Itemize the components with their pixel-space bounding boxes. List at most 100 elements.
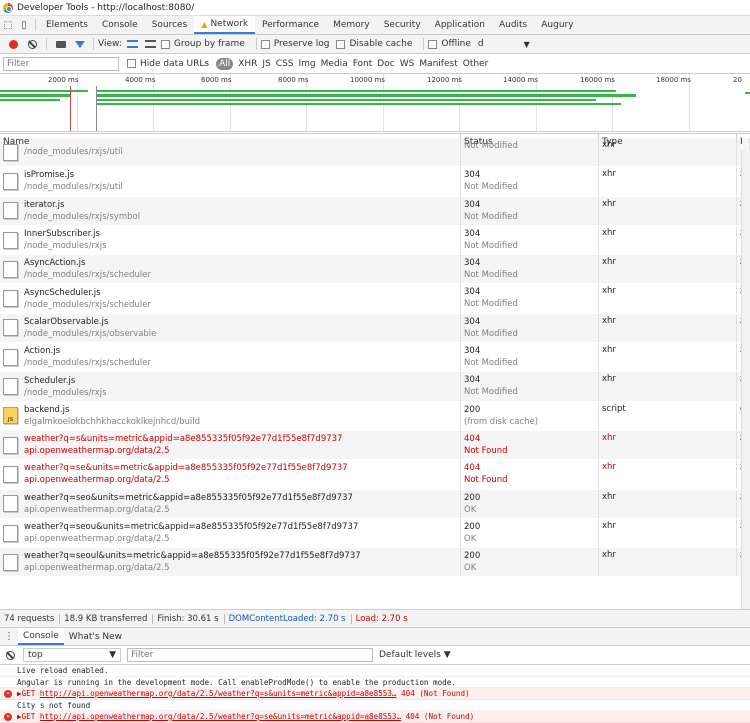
table-scrollbar[interactable] (741, 150, 750, 609)
cell-status: 200 OK (461, 489, 599, 518)
drawer-tabbar: ⋮ Console What's New (0, 627, 750, 646)
tab-augury[interactable]: Augury (534, 16, 580, 34)
tab-network[interactable]: ▲ Network (194, 16, 256, 34)
filter-type-all[interactable]: All (216, 57, 234, 70)
cell-type: xhr (599, 372, 737, 401)
drawer-tab-console[interactable]: Console (18, 628, 64, 645)
large-rows-icon[interactable] (126, 40, 138, 48)
waterfall-bar (0, 90, 88, 92)
log-levels-dropdown[interactable]: Default levels ▼ (379, 650, 451, 660)
table-row[interactable]: isPromise.js/node_modules/rxjs/util 304 No… (0, 167, 750, 197)
table-row[interactable]: /node_modules/rxjs/util Not Modified xhr (0, 138, 750, 168)
filter-type-css[interactable]: CSS (276, 59, 294, 69)
cell-name: weather?q=se&units=metric&appid=a8e85533… (0, 460, 461, 489)
file-icon (3, 260, 18, 278)
table-row[interactable]: InnerSubscriber.js/node_modules/rxjs 304 N… (0, 225, 750, 256)
table-row[interactable]: weather?q=se&units=metric&appid=a8e85533… (0, 460, 750, 490)
file-icon (3, 172, 18, 190)
request-path: api.openweathermap.org/data/2.5 (24, 534, 170, 544)
filter-type-doc[interactable]: Doc (377, 59, 394, 69)
request-url-link[interactable]: http://api.openweathermap.org/data/2.5/w… (40, 689, 397, 698)
table-row[interactable]: ScalarObservable.js/node_modules/rxjs/ob… (0, 313, 750, 344)
filter-type-other[interactable]: Other (463, 59, 489, 69)
disable-cache-checkbox[interactable]: Disable cache (336, 39, 412, 49)
request-path: /node_modules/rxjs/util (24, 182, 123, 193)
tab-elements[interactable]: Elements (39, 16, 95, 34)
request-url-link[interactable]: http://api.openweathermap.org/data/2.5/w… (40, 712, 401, 721)
clear-console-icon[interactable] (6, 650, 15, 660)
request-path: api.openweathermap.org/data/2.5 (24, 504, 170, 515)
tab-sources[interactable]: Sources (145, 16, 195, 34)
cell-type: xhr (599, 255, 737, 284)
cell-name: InnerSubscriber.js/node_modules/rxjs (0, 225, 461, 255)
filter-toggle-button[interactable] (70, 36, 89, 52)
status-text: OK (464, 563, 477, 574)
table-row[interactable]: Action.js/node_modules/rxjs/scheduler 304… (0, 343, 750, 373)
inspect-element-icon[interactable]: ⬚ (0, 16, 16, 34)
drawer-tab-whats-new[interactable]: What's New (64, 628, 127, 645)
table-row[interactable]: weather?q=s&units=metric&appid=a8e855335… (0, 430, 750, 461)
clear-icon (28, 39, 37, 49)
table-row[interactable]: Scheduler.js/node_modules/rxjs 304 Not Mod… (0, 372, 750, 402)
clear-button[interactable] (23, 36, 42, 52)
record-button[interactable] (4, 36, 23, 52)
request-name: Action.js (24, 346, 61, 357)
status-code: 304 (464, 199, 481, 210)
cell-status: 304 Not Modified (461, 196, 599, 225)
chevron-down-icon[interactable]: ▼ (524, 40, 530, 49)
status-code: 304 (464, 287, 481, 298)
network-overview-timeline[interactable]: 2000 ms 4000 ms 6000 ms 8000 ms 10000 ms… (0, 74, 750, 132)
device-toolbar-icon[interactable]: ▯ (16, 16, 32, 34)
table-row[interactable]: weather?q=seou&units=metric&appid=a8e855… (0, 518, 750, 549)
table-row[interactable]: weather?q=seo&units=metric&appid=a8e8553… (0, 489, 750, 519)
table-row[interactable]: AsyncScheduler.js/node_modules/rxjs/sche… (0, 284, 750, 314)
timeline-tick-label: 10000 ms (350, 76, 385, 84)
drawer-menu-icon[interactable]: ⋮ (0, 631, 18, 642)
tab-memory[interactable]: Memory (326, 16, 377, 34)
overview-icon[interactable] (144, 40, 156, 48)
timeline-tick-label: 20 (733, 76, 742, 84)
filter-type-xhr[interactable]: XHR (238, 59, 257, 69)
tab-performance[interactable]: Performance (255, 16, 326, 34)
requests-table: Name Status Type I /node_modules/rxjs/ut… (0, 133, 750, 609)
context-select[interactable]: top ▼ (23, 648, 121, 662)
tab-audits[interactable]: Audits (492, 16, 534, 34)
filter-type-js[interactable]: JS (262, 59, 270, 69)
filter-type-ws[interactable]: WS (400, 59, 415, 69)
table-row[interactable]: weather?q=seoul&units=metric&appid=a8e85… (0, 548, 750, 578)
filter-type-manifest[interactable]: Manifest (419, 59, 457, 69)
console-error-message: ✕ ▶GET http://api.openweathermap.org/data… (0, 688, 750, 700)
capture-screenshots-button[interactable] (51, 36, 70, 52)
file-icon (3, 319, 18, 337)
offline-checkbox[interactable]: Offline (428, 39, 471, 49)
table-row[interactable]: iterator.js/node_modules/rxjs/symbol 304 N… (0, 196, 750, 226)
tab-console[interactable]: Console (95, 16, 145, 34)
tab-application[interactable]: Application (428, 16, 492, 34)
hide-data-urls-checkbox[interactable]: Hide data URLs (127, 59, 209, 69)
console-filter-input[interactable] (127, 648, 373, 662)
waterfall-bar (96, 94, 636, 97)
throttling-select[interactable]: d (478, 39, 484, 49)
request-path: /node_modules/rxjs/scheduler (24, 358, 152, 369)
filter-type-media[interactable]: Media (321, 59, 348, 69)
network-filterbar: Hide data URLs All XHR JS CSS Img Media … (0, 54, 750, 74)
waterfall-bar (745, 92, 750, 94)
filter-input[interactable] (3, 56, 119, 71)
tab-network-label: Network (210, 19, 249, 29)
cell-name: Scheduler.js/node_modules/rxjs (0, 372, 461, 401)
timeline-tick-label: 16000 ms (580, 76, 615, 84)
request-name: ScalarObservable.js (24, 316, 109, 327)
preserve-log-checkbox[interactable]: Preserve log (260, 39, 329, 49)
table-row[interactable]: JS backend.js elgalmkoelokbchhkhacckoklkej… (0, 401, 750, 431)
cell-status: 200 OK (461, 518, 599, 548)
filter-type-font[interactable]: Font (353, 59, 373, 69)
group-by-frame-checkbox[interactable]: Group by frame (160, 39, 245, 49)
cell-type: xhr (599, 313, 737, 343)
cell-name: weather?q=seo&units=metric&appid=a8e8553… (0, 489, 461, 518)
console-error-message: ✕ ▶GET http://api.openweathermap.org/data… (0, 711, 750, 723)
table-row[interactable]: AsyncAction.js/node_modules/rxjs/schedul… (0, 255, 750, 285)
cell-status: Not Modified (461, 138, 599, 167)
tab-security[interactable]: Security (377, 16, 428, 34)
filter-type-img[interactable]: Img (299, 59, 316, 69)
warning-icon: ▲ (201, 19, 208, 29)
